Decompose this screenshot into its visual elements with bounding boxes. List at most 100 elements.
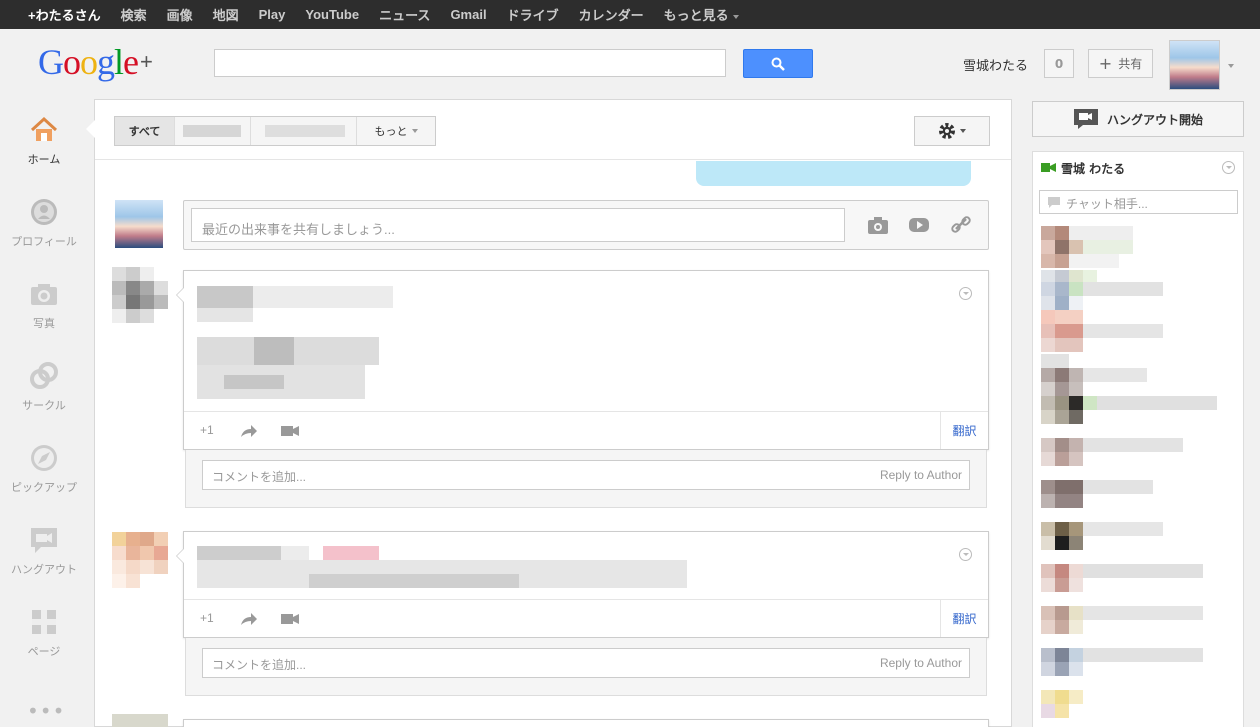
- tab-more[interactable]: もっと: [357, 117, 435, 145]
- chat-menu-icon[interactable]: [1222, 161, 1235, 174]
- chat-search-placeholder: チャット相手...: [1066, 197, 1148, 211]
- sidebar-label-pages: ページ: [27, 646, 61, 658]
- post-action-bar: +1 翻訳: [184, 599, 988, 637]
- topbar-maps-link[interactable]: 地図: [213, 5, 239, 24]
- post-author-avatar[interactable]: [112, 267, 168, 323]
- sidebar-label-circles: サークル: [22, 400, 66, 412]
- comment-input[interactable]: コメントを追加... Reply to Author: [202, 460, 970, 490]
- chat-contact-list[interactable]: [1033, 222, 1243, 727]
- video-icon[interactable]: [908, 215, 930, 235]
- start-hangout-label: ハングアウト開始: [1106, 112, 1203, 127]
- topbar-play-link[interactable]: Play: [259, 7, 286, 22]
- share-button-label: 共有: [1118, 57, 1143, 71]
- sidebar-item-home[interactable]: ホーム: [0, 115, 88, 167]
- link-icon[interactable]: [950, 215, 972, 235]
- search-button[interactable]: [743, 49, 813, 78]
- sidebar-label-profile: プロフィール: [11, 236, 77, 248]
- active-nav-pointer: [86, 120, 95, 138]
- google-plus-logo[interactable]: Google+: [38, 41, 153, 83]
- topbar-search-link[interactable]: 検索: [121, 5, 147, 24]
- stream-settings-button[interactable]: [914, 116, 990, 146]
- chat-bubble-icon: [1048, 197, 1060, 208]
- sidebar-item-explore[interactable]: ピックアップ: [0, 443, 88, 495]
- hangout-video-icon[interactable]: [280, 424, 300, 438]
- topbar-more-label: もっと見る: [663, 8, 729, 23]
- topbar-images-link[interactable]: 画像: [167, 5, 193, 24]
- translate-link[interactable]: 翻訳: [940, 600, 988, 637]
- camera-icon[interactable]: [867, 215, 889, 235]
- camera-icon: [31, 284, 57, 305]
- my-avatar[interactable]: [115, 200, 163, 248]
- share-button[interactable]: + 共有: [1088, 49, 1153, 78]
- share-input[interactable]: 最近の出来事を共有しましょう...: [191, 208, 845, 242]
- share-box: 最近の出来事を共有しましょう...: [183, 200, 989, 250]
- hangout-video-icon[interactable]: [280, 612, 300, 626]
- post-card: [183, 719, 989, 727]
- topbar-drive-link[interactable]: ドライブ: [507, 5, 559, 24]
- tab-all[interactable]: すべて: [115, 117, 175, 145]
- topbar-profile-link[interactable]: +わたるさん: [28, 5, 101, 24]
- plus-one-button[interactable]: +1: [200, 423, 214, 437]
- chevron-down-icon: [411, 129, 418, 133]
- search-icon: [771, 57, 785, 71]
- sidebar-item-pages[interactable]: ページ: [0, 607, 88, 659]
- left-sidebar: ホーム プロフィール 写真 サークル ピックアップ ハングアウト ページ •••: [0, 97, 94, 727]
- tab-circle-1[interactable]: [175, 117, 251, 145]
- header: Google+ 雪城わたる 0 + 共有: [0, 29, 1260, 97]
- gear-icon: [939, 123, 955, 139]
- chat-search-input[interactable]: チャット相手...: [1039, 190, 1238, 214]
- topbar-more-link[interactable]: もっと見る: [664, 5, 739, 24]
- topbar-calendar-link[interactable]: カレンダー: [579, 5, 644, 24]
- notification-count[interactable]: 0: [1044, 49, 1074, 78]
- search-input[interactable]: [214, 49, 726, 77]
- sidebar-item-photos[interactable]: 写真: [0, 279, 88, 331]
- post-author-avatar[interactable]: [112, 532, 168, 588]
- translate-link[interactable]: 翻訳: [940, 412, 988, 449]
- topbar-gmail-link[interactable]: Gmail: [450, 7, 486, 22]
- account-avatar[interactable]: [1169, 40, 1220, 90]
- topbar-youtube-link[interactable]: YouTube: [305, 7, 359, 22]
- post-author-name[interactable]: [197, 546, 281, 560]
- chevron-down-icon: [960, 129, 966, 133]
- share-arrow-icon[interactable]: [240, 612, 258, 626]
- tab-more-label: もっと: [374, 125, 408, 138]
- sidebar-label-home: ホーム: [27, 154, 61, 166]
- post-author-name[interactable]: [197, 286, 253, 308]
- stream-panel: すべて もっと 最近の出来事を共有しましょう... +1 翻訳 コメントを追加.…: [94, 99, 1012, 727]
- post-pointer: [176, 548, 184, 564]
- reply-to-author-link[interactable]: Reply to Author: [880, 468, 962, 482]
- comment-input[interactable]: コメントを追加... Reply to Author: [202, 648, 970, 678]
- start-hangout-button[interactable]: ハングアウト開始: [1032, 101, 1244, 137]
- circles-icon: [30, 362, 58, 389]
- chat-user-name[interactable]: 雪城 わたる: [1061, 160, 1125, 177]
- sidebar-item-profile[interactable]: プロフィール: [0, 197, 88, 249]
- chat-panel: 雪城 わたる チャット相手...: [1032, 151, 1244, 727]
- comment-area: コメントを追加... Reply to Author: [185, 450, 987, 508]
- username-label[interactable]: 雪城わたる: [963, 55, 1028, 74]
- profile-icon: [31, 199, 57, 225]
- chevron-down-icon: [732, 14, 739, 19]
- post-pointer: [176, 287, 184, 303]
- sidebar-item-circles[interactable]: サークル: [0, 361, 88, 413]
- tab-circle-2[interactable]: [251, 117, 357, 145]
- plus-one-button[interactable]: +1: [200, 611, 214, 625]
- hangout-icon: [31, 528, 57, 553]
- sidebar-label-photos: 写真: [33, 318, 55, 330]
- post-menu-icon[interactable]: [959, 548, 972, 561]
- post-author-avatar[interactable]: [112, 714, 168, 727]
- post-card: +1 翻訳: [176, 531, 989, 638]
- share-arrow-icon[interactable]: [240, 424, 258, 438]
- notice-banner: [696, 161, 971, 186]
- chevron-down-icon[interactable]: [1228, 64, 1234, 68]
- sidebar-item-hangouts[interactable]: ハングアウト: [0, 525, 88, 577]
- top-navigation-bar: +わたるさん 検索 画像 地図 Play YouTube ニュース Gmail …: [0, 0, 1260, 29]
- post-card: +1 翻訳: [176, 270, 989, 450]
- post-action-bar: +1 翻訳: [184, 411, 988, 449]
- more-dots-icon[interactable]: •••: [27, 699, 65, 723]
- plus-icon: +: [1098, 54, 1113, 73]
- comment-area: コメントを追加... Reply to Author: [185, 638, 987, 696]
- post-menu-icon[interactable]: [959, 287, 972, 300]
- topbar-news-link[interactable]: ニュース: [379, 5, 430, 24]
- logo-plus: +: [140, 49, 153, 74]
- reply-to-author-link[interactable]: Reply to Author: [880, 656, 962, 670]
